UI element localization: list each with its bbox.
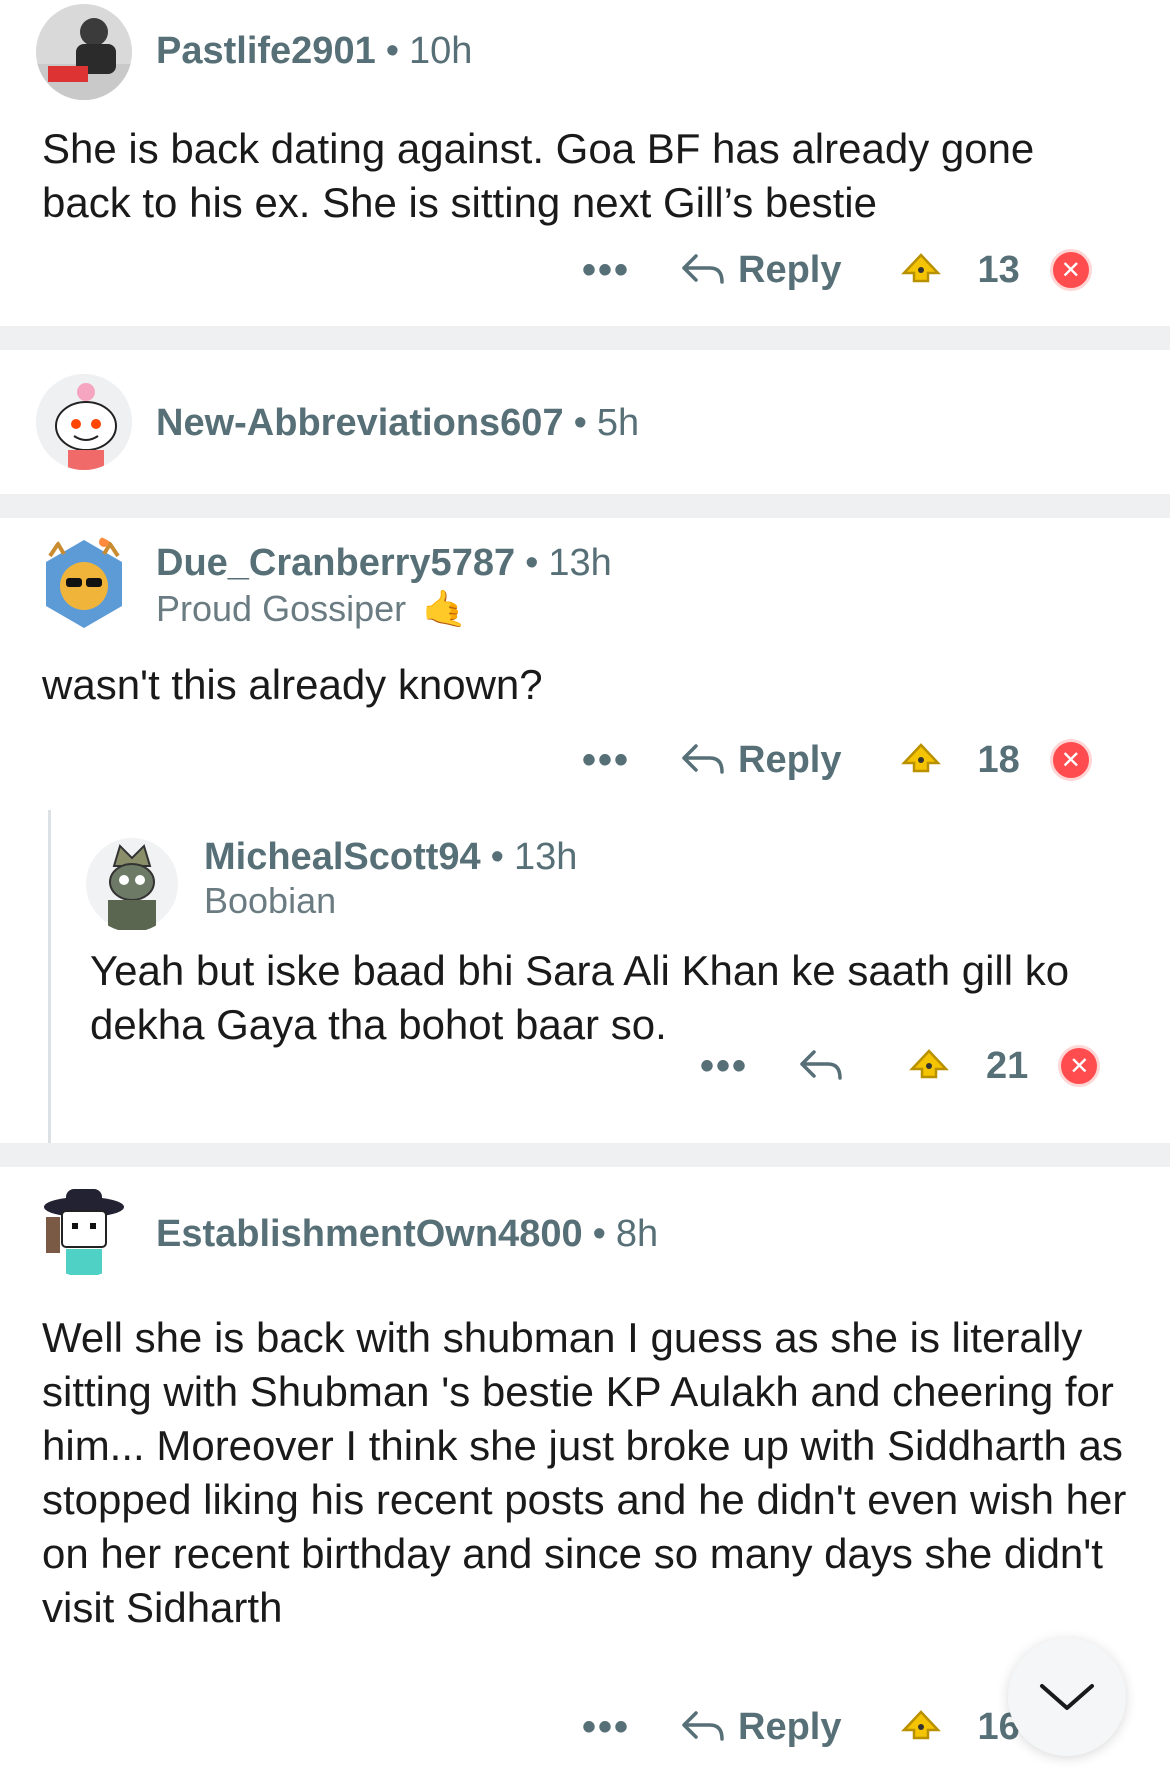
username-text[interactable]: Pastlife2901 — [156, 30, 376, 72]
reply-icon — [682, 744, 724, 774]
dot-separator: • — [525, 542, 539, 584]
avatar[interactable] — [36, 374, 132, 470]
downvote-icon[interactable]: ✕ — [1058, 1045, 1101, 1087]
dot-separator: • — [490, 836, 504, 878]
separator — [0, 326, 1170, 350]
comment-body: Well she is back with shubman I guess as… — [42, 1314, 1127, 1631]
upvote-icon[interactable] — [900, 1708, 942, 1747]
comment-age: 13h — [548, 542, 612, 584]
chevron-down-icon — [1040, 1684, 1094, 1710]
comment-1: Pastlife2901 • 10h She is back dating agai… — [0, 0, 1170, 326]
comment-actions: ••• Reply 13 ✕ — [582, 240, 1092, 300]
comment-age: 13h — [513, 836, 578, 878]
upvote-icon[interactable] — [900, 251, 942, 290]
reply-icon — [800, 1050, 842, 1080]
comment-actions: ••• Reply 18 ✕ — [582, 730, 1092, 790]
username-text[interactable]: MichealScott94 — [204, 836, 481, 878]
comment-5: EstablishmentOwn4800 • 8h Well she is back… — [0, 1167, 1170, 1779]
avatar[interactable] — [36, 534, 132, 630]
vote-score: 21 — [986, 1044, 1029, 1087]
upvote-icon[interactable] — [908, 1047, 950, 1086]
more-options-button[interactable]: ••• — [700, 1044, 748, 1089]
separator — [0, 1143, 1170, 1167]
avatar[interactable] — [36, 4, 132, 100]
comment-actions: ••• 21 ✕ — [700, 1036, 1101, 1096]
comment-body: wasn't this already known? — [42, 661, 543, 708]
reply-button[interactable]: Reply — [680, 248, 842, 292]
username[interactable]: MichealScott94 • 13h — [204, 836, 577, 879]
reply-label: Reply — [738, 738, 842, 781]
username[interactable]: Due_Cranberry5787 • 13h — [156, 542, 612, 585]
comment-age: 8h — [615, 1213, 659, 1255]
username[interactable]: EstablishmentOwn4800 • 8h — [156, 1213, 658, 1256]
reply-button[interactable]: Reply — [680, 738, 842, 782]
reply-button[interactable]: Reply — [680, 1705, 842, 1749]
separator — [0, 494, 1170, 518]
reply-icon — [682, 1711, 724, 1741]
dot-separator: • — [385, 30, 400, 72]
call-me-hand-icon: 🤙 — [422, 588, 467, 629]
comment-age: 5h — [596, 402, 640, 444]
scroll-down-button[interactable] — [1008, 1638, 1126, 1756]
username-text[interactable]: EstablishmentOwn4800 — [156, 1213, 583, 1255]
avatar[interactable] — [36, 1181, 132, 1277]
downvote-icon[interactable]: ✕ — [1049, 249, 1092, 291]
upvote-icon[interactable] — [900, 741, 942, 780]
avatar[interactable] — [84, 836, 180, 932]
downvote-icon[interactable]: ✕ — [1049, 739, 1092, 781]
vote-score: 18 — [977, 738, 1020, 781]
user-flair: Boobian — [204, 880, 337, 921]
more-options-button[interactable]: ••• — [582, 248, 630, 293]
flair-text: Proud Gossiper — [156, 588, 407, 629]
username-text[interactable]: New-Abbreviations607 — [156, 402, 564, 444]
reply-button[interactable] — [798, 1046, 856, 1086]
user-flair: Proud Gossiper 🤙 — [156, 588, 467, 630]
thread-line[interactable] — [48, 810, 51, 1143]
username-text[interactable]: Due_Cranberry5787 — [156, 542, 515, 584]
comment-actions: ••• Reply 16 — [582, 1697, 1020, 1757]
dot-separator: • — [573, 402, 587, 444]
more-options-button[interactable]: ••• — [582, 738, 630, 783]
username[interactable]: New-Abbreviations607 • 5h — [156, 402, 639, 445]
more-options-button[interactable]: ••• — [582, 1705, 630, 1750]
reply-label: Reply — [738, 1705, 842, 1748]
username[interactable]: Pastlife2901 • 10h — [156, 30, 472, 73]
dot-separator: • — [592, 1213, 606, 1255]
comment-2-collapsed[interactable]: New-Abbreviations607 • 5h — [0, 350, 1170, 494]
comment-body: She is back dating against. Goa BF has a… — [42, 125, 1035, 226]
comment-age: 10h — [409, 30, 473, 72]
reply-label: Reply — [738, 248, 842, 291]
comment-3: Due_Cranberry5787 • 13h Proud Gossiper 🤙 w… — [0, 518, 1170, 1143]
reply-icon — [682, 254, 724, 284]
vote-score: 13 — [977, 248, 1020, 291]
